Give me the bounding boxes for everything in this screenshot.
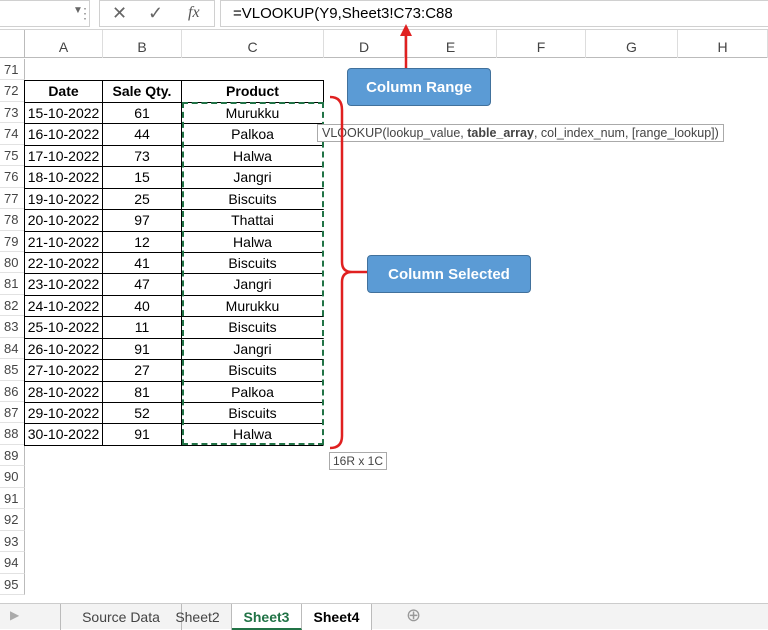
scroll-left-icon[interactable]: ▶ — [10, 608, 19, 622]
sheet-tab-sheet2[interactable]: Sheet2 — [164, 604, 232, 630]
sheet-tab-sheet3[interactable]: Sheet3 — [232, 604, 302, 630]
arrow-up-icon — [400, 24, 412, 36]
sheet-tab-sheet4[interactable]: Sheet4 — [302, 604, 372, 630]
brace-icon — [329, 95, 353, 450]
add-sheet-icon[interactable]: ⊕ — [406, 605, 421, 626]
callout-column-range: Column Range — [347, 68, 491, 106]
callout-column-selected: Column Selected — [367, 255, 531, 293]
sheet-tab-bar: ▶ Source Data Sheet2 Sheet3 Sheet4 ⊕ — [0, 603, 768, 630]
